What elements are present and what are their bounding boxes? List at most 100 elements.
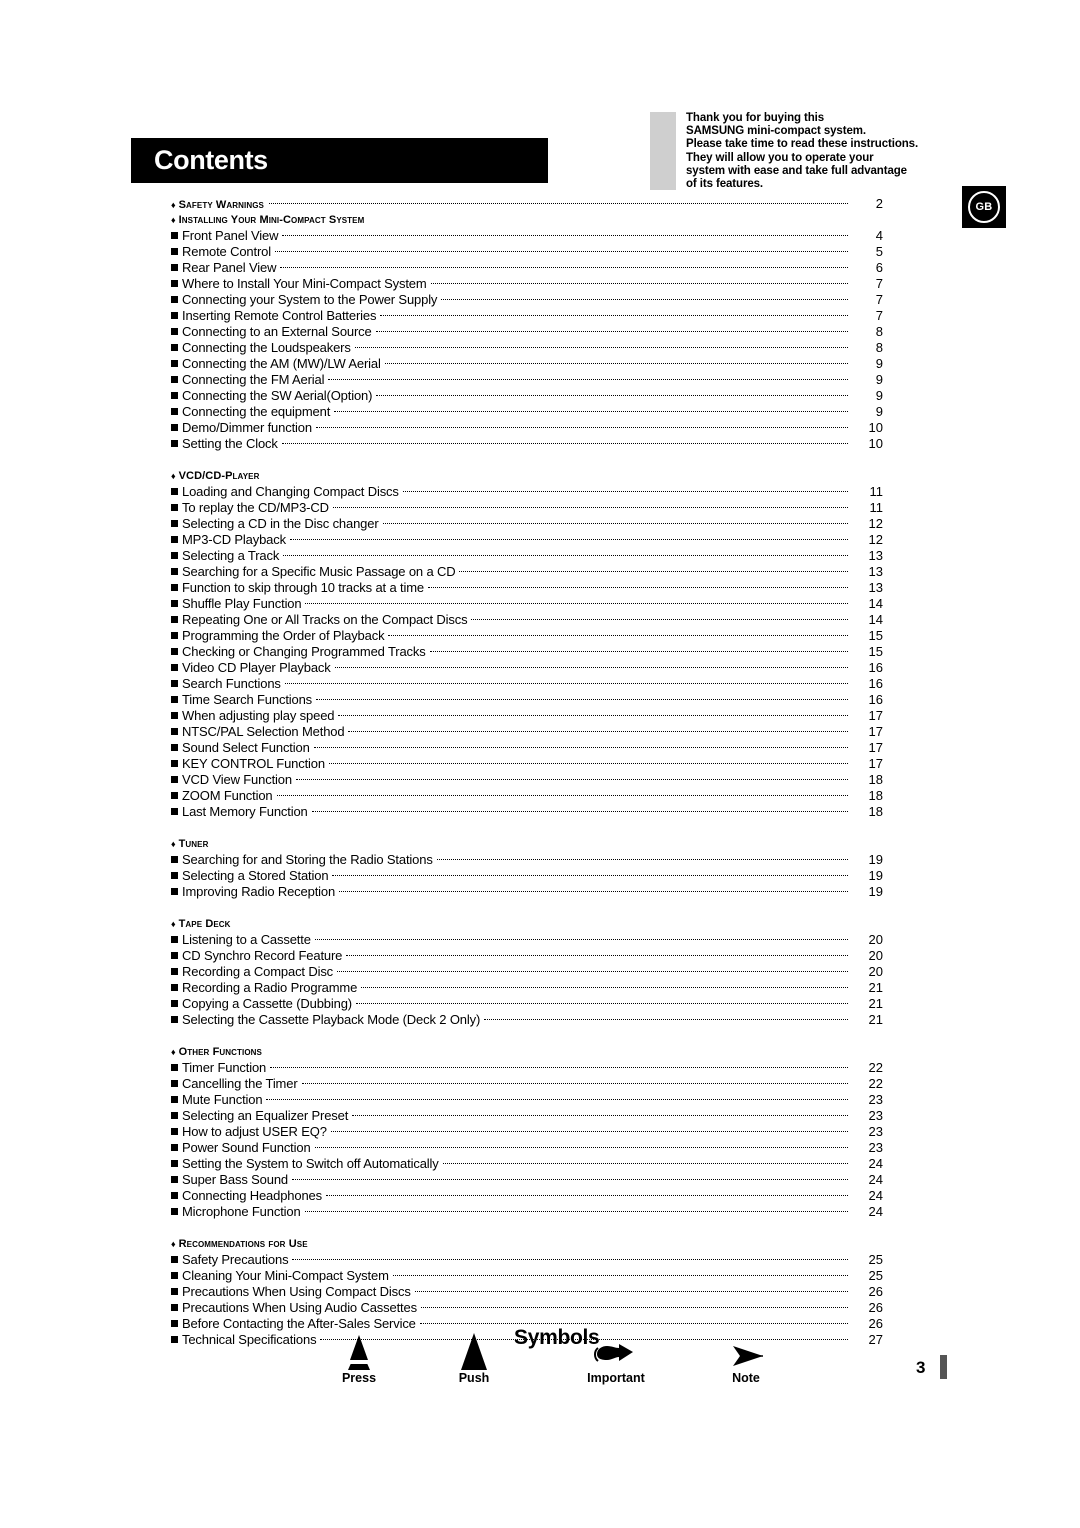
toc-item-label: Connecting the AM (MW)/LW Aerial: [182, 356, 381, 371]
toc-item[interactable]: MP3-CD Playback 12: [171, 532, 883, 548]
dot-leader: [402, 491, 848, 492]
toc-item[interactable]: Selecting an Equalizer Preset 23: [171, 1108, 883, 1124]
toc-item[interactable]: Checking or Changing Programmed Tracks 15: [171, 644, 883, 660]
toc-item[interactable]: Connecting the FM Aerial 9: [171, 372, 883, 388]
toc-item-label: Inserting Remote Control Batteries: [182, 308, 377, 323]
toc-item[interactable]: Cancelling the Timer 22: [171, 1076, 883, 1092]
toc-item[interactable]: Last Memory Function 18: [171, 804, 883, 820]
toc-item[interactable]: Remote Control 5: [171, 244, 883, 260]
square-bullet-icon: [171, 968, 178, 975]
square-bullet-icon: [171, 616, 178, 623]
toc-item-label: Connecting your System to the Power Supp…: [182, 292, 438, 307]
square-bullet-icon: [171, 328, 178, 335]
square-bullet-icon: [171, 280, 178, 287]
toc-section-header[interactable]: ♦ Tape Deck: [171, 916, 883, 932]
toc-item[interactable]: Setting the System to Switch off Automat…: [171, 1156, 883, 1172]
dot-leader: [328, 379, 848, 380]
square-bullet-icon: [171, 568, 178, 575]
toc-item[interactable]: Selecting a Stored Station 19: [171, 868, 883, 884]
toc-item[interactable]: Programming the Order of Playback 15: [171, 628, 883, 644]
toc-section-label: Other Functions: [178, 1046, 262, 1058]
toc-item-label: How to adjust USER EQ?: [182, 1124, 327, 1139]
toc-item[interactable]: When adjusting play speed 17: [171, 708, 883, 724]
toc-item[interactable]: Searching for a Specific Music Passage o…: [171, 564, 883, 580]
toc-section-header[interactable]: ♦ Safety Warnings 2: [171, 196, 883, 212]
toc-item[interactable]: Connecting to an External Source 8: [171, 324, 883, 340]
toc-item[interactable]: VCD View Function 18: [171, 772, 883, 788]
toc-item[interactable]: Precautions When Using Audio Cassettes 26: [171, 1300, 883, 1316]
toc-section-header[interactable]: ♦ Other Functions: [171, 1044, 883, 1060]
toc-item[interactable]: Safety Precautions 25: [171, 1252, 883, 1268]
toc-item[interactable]: Function to skip through 10 tracks at a …: [171, 580, 883, 596]
symbols-legend: Symbols Press Push Important Note: [171, 1318, 883, 1398]
toc-item[interactable]: Super Bass Sound 24: [171, 1172, 883, 1188]
toc-item[interactable]: Selecting the Cassette Playback Mode (De…: [171, 1012, 883, 1028]
square-bullet-icon: [171, 424, 178, 431]
toc-item[interactable]: Video CD Player Playback 16: [171, 660, 883, 676]
toc-item[interactable]: Recording a Compact Disc 20: [171, 964, 883, 980]
toc-item[interactable]: Copying a Cassette (Dubbing) 21: [171, 996, 883, 1012]
dot-leader: [484, 1019, 848, 1020]
intro-block: Thank you for buying this SAMSUNG mini-c…: [650, 112, 918, 191]
toc-item[interactable]: Searching for and Storing the Radio Stat…: [171, 852, 883, 868]
toc-item[interactable]: Connecting the SW Aerial(Option) 9: [171, 388, 883, 404]
dot-leader: [289, 539, 848, 540]
toc-item[interactable]: KEY CONTROL Function 17: [171, 756, 883, 772]
toc-item[interactable]: Connecting Headphones 24: [171, 1188, 883, 1204]
square-bullet-icon: [171, 1080, 178, 1087]
toc-item[interactable]: Repeating One or All Tracks on the Compa…: [171, 612, 883, 628]
toc-page-number: 7: [875, 308, 883, 323]
toc-item[interactable]: Demo/Dimmer function 10: [171, 420, 883, 436]
square-bullet-icon: [171, 440, 178, 447]
toc-item[interactable]: Time Search Functions 16: [171, 692, 883, 708]
toc-item[interactable]: Shuffle Play Function 14: [171, 596, 883, 612]
toc-item[interactable]: Setting the Clock 10: [171, 436, 883, 452]
symbol-note: Note: [701, 1328, 791, 1385]
toc-item[interactable]: ZOOM Function 18: [171, 788, 883, 804]
dot-leader: [328, 763, 848, 764]
toc-item[interactable]: Recording a Radio Programme 21: [171, 980, 883, 996]
toc-item[interactable]: Front Panel View 4: [171, 228, 883, 244]
toc-page-number: 16: [868, 676, 883, 691]
toc-item[interactable]: Connecting the Loudspeakers 8: [171, 340, 883, 356]
toc-item[interactable]: Where to Install Your Mini-Compact Syste…: [171, 276, 883, 292]
toc-item[interactable]: Connecting the AM (MW)/LW Aerial 9: [171, 356, 883, 372]
toc-item[interactable]: How to adjust USER EQ? 23: [171, 1124, 883, 1140]
toc-item-label: Recording a Radio Programme: [182, 980, 358, 995]
toc-item[interactable]: Mute Function 23: [171, 1092, 883, 1108]
toc-item[interactable]: Connecting your System to the Power Supp…: [171, 292, 883, 308]
toc-item[interactable]: To replay the CD/MP3-CD 11: [171, 500, 883, 516]
toc-item-label: Search Functions: [182, 676, 281, 691]
toc-item[interactable]: Selecting a CD in the Disc changer 12: [171, 516, 883, 532]
square-bullet-icon: [171, 232, 178, 239]
square-bullet-icon: [171, 1064, 178, 1071]
toc-item[interactable]: Selecting a Track 13: [171, 548, 883, 564]
toc-item[interactable]: Search Functions 16: [171, 676, 883, 692]
toc-item[interactable]: Timer Function 22: [171, 1060, 883, 1076]
symbol-press-label: Press: [341, 1371, 377, 1385]
toc-item-label: Function to skip through 10 tracks at a …: [182, 580, 424, 595]
toc-section-header[interactable]: ♦ Installing Your Mini-Compact System: [171, 212, 883, 228]
toc-item[interactable]: Precautions When Using Compact Discs 26: [171, 1284, 883, 1300]
push-triangle-icon: [429, 1328, 519, 1370]
toc-item[interactable]: Listening to a Cassette 20: [171, 932, 883, 948]
toc-item[interactable]: Connecting the equipment 9: [171, 404, 883, 420]
toc-item[interactable]: Power Sound Function 23: [171, 1140, 883, 1156]
toc-section-header[interactable]: ♦ Tuner: [171, 836, 883, 852]
toc-item[interactable]: CD Synchro Record Feature 20: [171, 948, 883, 964]
toc-item[interactable]: Cleaning Your Mini-Compact System 25: [171, 1268, 883, 1284]
toc-page-number: 24: [868, 1204, 883, 1219]
toc-item[interactable]: Sound Select Function 17: [171, 740, 883, 756]
toc-item[interactable]: Inserting Remote Control Batteries 7: [171, 308, 883, 324]
toc-item-label: Checking or Changing Programmed Tracks: [182, 644, 426, 659]
toc-item[interactable]: NTSC/PAL Selection Method 17: [171, 724, 883, 740]
toc-item[interactable]: Microphone Function 24: [171, 1204, 883, 1220]
toc-section-header[interactable]: ♦ Recommendations for Use: [171, 1236, 883, 1252]
diamond-bullet-icon: ♦: [171, 1047, 176, 1057]
toc-item[interactable]: Improving Radio Reception 19: [171, 884, 883, 900]
toc-item[interactable]: Loading and Changing Compact Discs 11: [171, 484, 883, 500]
toc-section-header[interactable]: ♦ VCD/CD-Player: [171, 468, 883, 484]
square-bullet-icon: [171, 536, 178, 543]
toc-item[interactable]: Rear Panel View 6: [171, 260, 883, 276]
dot-leader: [346, 955, 848, 956]
